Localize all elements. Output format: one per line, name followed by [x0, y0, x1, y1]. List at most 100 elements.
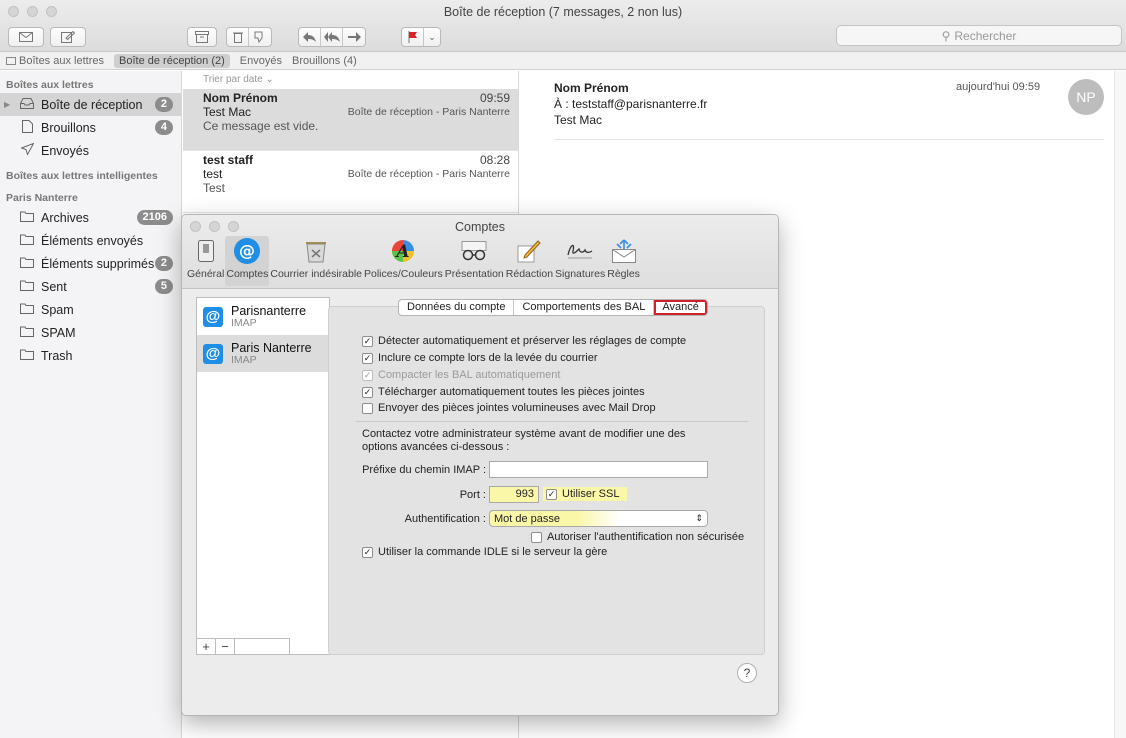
delete-junk-group: [226, 27, 272, 47]
checkmark-icon: ✓: [546, 488, 557, 500]
rules-envelope-icon: [611, 238, 637, 264]
search-icon: ⚲: [941, 28, 951, 43]
preview-recipient: À : teststaff@parisnanterre.fr: [554, 97, 708, 111]
flag-button[interactable]: [402, 28, 424, 46]
sidebar-item-archives[interactable]: Archives 2106: [0, 206, 181, 229]
compose-icon: [61, 31, 75, 43]
favorites-bar: Boîtes aux lettres Boîte de réception (2…: [0, 52, 1126, 70]
sidebar-item-sent[interactable]: Envoyés: [0, 139, 181, 162]
message-preview: Ce message est vide.: [203, 119, 319, 133]
preferences-toolbar: Comptes Général @ Comptes Courrier indés…: [182, 215, 778, 289]
sidebar-section-smart: Boîtes aux lettres intelligentes: [6, 170, 158, 182]
tab-advanced[interactable]: Avancé: [654, 300, 707, 315]
flag-icon: [408, 31, 417, 43]
authentication-select[interactable]: Mot de passe ⇕: [489, 510, 708, 527]
remove-account-button[interactable]: −: [216, 639, 235, 654]
sidebar-item-drafts[interactable]: Brouillons 4: [0, 116, 181, 139]
message-row[interactable]: Nom Prénom 09:59 Test Mac Boîte de récep…: [183, 89, 518, 151]
compose-button[interactable]: [50, 27, 86, 47]
reply-all-button[interactable]: [321, 28, 343, 46]
mail-drop-checkbox[interactable]: Envoyer des pièces jointes volumineuses …: [362, 402, 656, 414]
trash-icon: [232, 32, 243, 43]
imap-prefix-input[interactable]: [489, 461, 708, 478]
disclosure-triangle-icon[interactable]: ▶: [4, 100, 10, 109]
fav-sent-button[interactable]: Envoyés: [240, 55, 282, 67]
sidebar-section-mailboxes: Boîtes aux lettres: [6, 79, 94, 91]
pencil-paper-icon: [517, 238, 542, 264]
tab-fonts-colors[interactable]: A Polices/Couleurs: [363, 236, 444, 286]
account-row-parisnanterre[interactable]: @ Parisnanterre IMAP: [197, 298, 329, 335]
add-account-button[interactable]: +: [197, 639, 216, 654]
forward-button[interactable]: [343, 28, 365, 46]
tab-viewing[interactable]: Présentation: [444, 236, 505, 286]
use-idle-checkbox[interactable]: ✓ Utiliser la commande IDLE si le serveu…: [362, 546, 607, 558]
sidebar-item-trash[interactable]: Trash: [0, 344, 181, 367]
tab-label: Rédaction: [505, 268, 554, 280]
message-preview: Test: [203, 181, 226, 195]
sidebar-item-spam-upper[interactable]: SPAM: [0, 321, 181, 344]
count-badge: 2: [154, 256, 173, 271]
account-name: Parisnanterre: [231, 303, 307, 318]
account-actions-spacer: [235, 639, 289, 654]
flag-group: ⌄: [401, 27, 441, 47]
trash-button[interactable]: [227, 28, 249, 46]
sidebar-item-deleted-items[interactable]: Éléments supprimés 2: [0, 252, 181, 275]
download-attachments-checkbox[interactable]: ✓ Télécharger automatiquement toutes les…: [362, 386, 645, 398]
folder-icon: [18, 279, 36, 294]
svg-text:@: @: [239, 241, 255, 260]
get-mail-button[interactable]: [8, 27, 44, 47]
folder-icon: [18, 210, 36, 225]
flag-menu-button[interactable]: ⌄: [424, 28, 440, 46]
account-row-paris-nanterre[interactable]: @ Paris Nanterre IMAP: [197, 335, 329, 372]
glasses-icon: [460, 238, 488, 264]
sidebar-section-account: Paris Nanterre: [6, 192, 78, 204]
preview-subject: Test Mac: [554, 113, 603, 127]
sidebar-item-sent-items[interactable]: Éléments envoyés: [0, 229, 181, 252]
port-label: Port :: [459, 489, 486, 501]
tab-label: Comptes: [226, 268, 269, 280]
tab-label: Polices/Couleurs: [364, 268, 443, 280]
thumbs-down-icon: [254, 31, 263, 43]
port-input[interactable]: 993: [489, 486, 539, 503]
at-sign-icon: @: [203, 306, 223, 327]
folder-icon: [18, 325, 36, 340]
sidebar-item-inbox[interactable]: ▶ Boîte de réception 2: [0, 93, 181, 116]
reply-group: [298, 27, 366, 47]
preview-scrollbar[interactable]: [1114, 71, 1126, 738]
tab-account-info[interactable]: Données du compte: [399, 300, 515, 315]
tab-composing[interactable]: Rédaction: [505, 236, 554, 286]
folder-icon: [18, 348, 36, 363]
use-ssl-checkbox[interactable]: ✓ Utiliser SSL: [543, 487, 628, 501]
accounts-list: @ Parisnanterre IMAP @ Paris Nanterre IM…: [196, 297, 330, 655]
auto-detect-checkbox[interactable]: ✓ Détecter automatiquement et préserver …: [362, 335, 686, 347]
svg-text:A: A: [395, 242, 410, 262]
drafts-count-badge: 4: [154, 120, 173, 135]
fav-drafts-button[interactable]: Brouillons (4): [292, 55, 357, 67]
tab-rules[interactable]: Règles: [606, 236, 641, 286]
tab-junk-mail[interactable]: Courrier indésirable: [269, 236, 363, 286]
help-button[interactable]: ?: [737, 663, 757, 683]
sidebar-item-sent-folder[interactable]: Sent 5: [0, 275, 181, 298]
compact-mailboxes-checkbox: ✓ Compacter les BAL automatiquement: [362, 369, 560, 381]
archive-button[interactable]: [187, 27, 217, 47]
search-field[interactable]: ⚲ Rechercher: [836, 25, 1122, 46]
junk-button[interactable]: [249, 28, 271, 46]
tab-mailbox-behaviors[interactable]: Comportements des BAL: [514, 300, 655, 315]
sidebar-item-spam[interactable]: Spam: [0, 298, 181, 321]
message-row[interactable]: test staff 08:28 test Boîte de réception…: [183, 151, 518, 213]
checkbox-label: Détecter automatiquement et préserver le…: [378, 335, 687, 347]
tab-general[interactable]: Général: [186, 236, 225, 286]
sidebar-toggle-button[interactable]: Boîtes aux lettres: [6, 55, 104, 67]
tab-signatures[interactable]: Signatures: [554, 236, 606, 286]
checkbox-label: Envoyer des pièces jointes volumineuses …: [378, 402, 656, 414]
authentication-value: Mot de passe: [494, 512, 561, 525]
tab-accounts[interactable]: @ Comptes: [225, 236, 270, 286]
preview-sender: Nom Prénom: [554, 81, 629, 95]
sort-by-menu[interactable]: Trier par date ⌄: [183, 71, 518, 89]
allow-insecure-auth-checkbox[interactable]: Autoriser l'authentification non sécuris…: [531, 531, 744, 543]
include-account-checkbox[interactable]: ✓ Inclure ce compte lors de la levée du …: [362, 352, 598, 364]
tab-label: Présentation: [444, 268, 504, 280]
dialog-title: Comptes: [454, 220, 506, 234]
fav-inbox-button[interactable]: Boîte de réception (2): [114, 53, 230, 68]
reply-button[interactable]: [299, 28, 321, 46]
